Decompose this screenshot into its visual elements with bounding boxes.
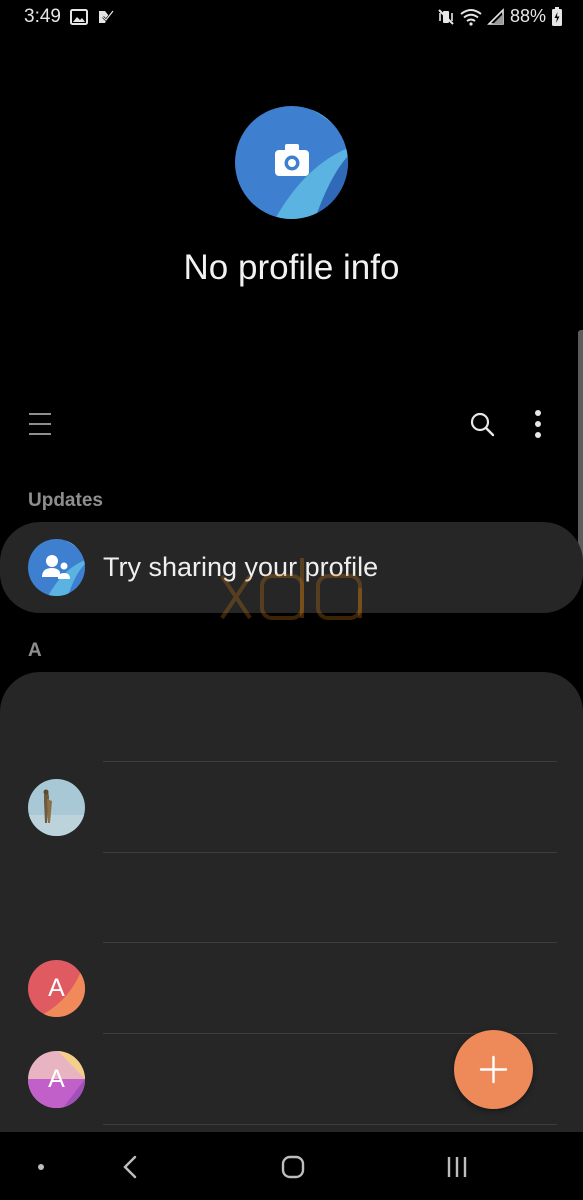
share-profile-card[interactable]: Try sharing your profile [0,522,583,613]
list-item[interactable] [0,762,583,852]
wifi-icon [460,8,482,26]
updates-header: Updates [28,490,103,511]
list-item[interactable] [0,853,583,943]
contact-initial: A [48,1065,65,1093]
contact-letter-avatar: A [28,1051,85,1108]
search-icon [470,412,495,437]
recents-button[interactable] [440,1150,474,1184]
menu-button[interactable] [26,410,54,438]
status-bar: 3:49 88% [0,0,583,36]
status-time: 3:49 [24,6,61,27]
back-icon [123,1155,137,1179]
home-button[interactable] [276,1150,310,1184]
status-left-icons [70,8,115,26]
share-profile-text: Try sharing your profile [103,552,379,582]
profile-title: No profile info [183,248,400,287]
contact-photo-avatar [28,779,85,836]
more-vertical-icon [535,410,541,438]
vibrate-mute-icon [438,8,454,25]
share-profile-icon [28,539,85,596]
battery-icon [552,6,562,26]
gallery-notification-icon [70,9,88,25]
back-button[interactable] [114,1150,148,1184]
list-item[interactable]: A [0,943,583,1033]
contacts-section-header: A [28,640,42,661]
more-options-button[interactable] [524,408,552,440]
checkmark-notification-icon [99,10,114,23]
hamburger-menu-icon [29,413,51,435]
contact-initial: A [48,974,65,1002]
contact-letter-avatar: A [28,960,85,1017]
search-button[interactable] [468,410,496,438]
list-item[interactable] [0,672,583,762]
add-icon [479,1055,508,1084]
navigation-bar [0,1132,583,1200]
camera-icon [235,106,348,219]
profile-avatar[interactable] [235,106,348,219]
status-right: 88% [437,6,563,27]
divider [103,1124,557,1125]
battery-percentage: 88% [509,6,546,26]
add-contact-button[interactable] [454,1030,533,1109]
scroll-indicator[interactable] [578,330,583,565]
nav-dot-button[interactable] [24,1150,58,1184]
nav-dot-icon [38,1164,44,1170]
signal-icon [487,7,504,25]
home-icon [281,1155,305,1179]
recents-icon [447,1157,467,1177]
